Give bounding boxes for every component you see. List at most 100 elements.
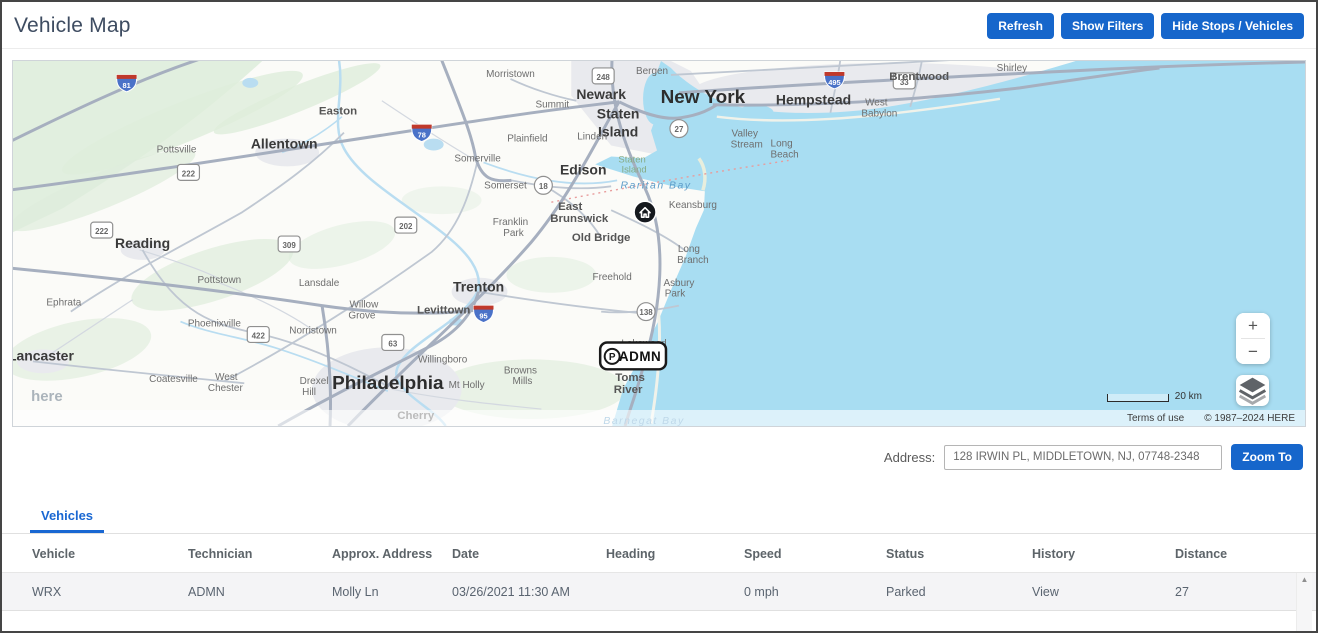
show-filters-button[interactable]: Show Filters: [1061, 13, 1154, 39]
header-actions: Refresh Show Filters Hide Stops / Vehicl…: [987, 13, 1304, 39]
hide-stops-vehicles-button[interactable]: Hide Stops / Vehicles: [1161, 13, 1304, 39]
svg-text:81: 81: [122, 81, 130, 90]
svg-text:222: 222: [182, 169, 196, 178]
home-marker[interactable]: [634, 201, 656, 223]
map-label-pottstown: Pottstown: [198, 275, 242, 286]
map-svg: 81789549524833222222202309422631827138 P…: [13, 61, 1305, 426]
vehicle-map-window: Vehicle Map Refresh Show Filters Hide St…: [0, 0, 1318, 633]
map-label-park: Park: [503, 228, 523, 239]
map-label-shirley: Shirley: [997, 63, 1027, 74]
map-label-babylon: Babylon: [861, 109, 897, 120]
vehicle-marker-admn[interactable]: PADMN: [600, 342, 666, 369]
map-label-edison: Edison: [560, 161, 607, 177]
route-shield-222: 222: [91, 222, 113, 238]
address-row: Address: Zoom To: [2, 444, 1303, 470]
map-label-philadelphia: Philadelphia: [332, 373, 444, 394]
map-label-browns: Browns: [504, 365, 537, 376]
svg-text:422: 422: [252, 331, 266, 340]
map-label-linden: Linden: [577, 132, 607, 143]
map-label-morristown: Morristown: [486, 69, 535, 80]
map-label-east: East: [558, 201, 582, 213]
svg-text:18: 18: [539, 182, 548, 191]
svg-text:78: 78: [418, 131, 426, 140]
cell-approx-address: Molly Ln: [332, 585, 452, 599]
map-label-pottsville: Pottsville: [157, 145, 197, 156]
map-label-brentwood: Brentwood: [889, 71, 949, 83]
scroll-up-icon[interactable]: ▲: [1301, 576, 1309, 633]
map-label-west: West: [215, 372, 238, 383]
col-status: Status: [886, 547, 1032, 561]
col-distance: Distance: [1175, 547, 1316, 561]
map-label-grove: Grove: [348, 311, 376, 322]
svg-text:222: 222: [95, 227, 109, 236]
map-label-freehold: Freehold: [593, 272, 632, 283]
svg-text:95: 95: [479, 312, 487, 321]
map-label-park: Park: [665, 289, 685, 300]
refresh-button[interactable]: Refresh: [987, 13, 1054, 39]
map-label-lansdale: Lansdale: [299, 278, 340, 289]
table-row[interactable]: WRX ADMN Molly Ln 03/26/2021 11:30 AM 0 …: [2, 573, 1316, 611]
route-shield-27: 27: [670, 120, 688, 138]
map-label-norristown: Norristown: [289, 326, 337, 337]
map-label-easton: Easton: [319, 106, 357, 118]
map-label-brunswick: Brunswick: [550, 213, 609, 225]
svg-text:27: 27: [675, 125, 684, 134]
map-label-mt-holly: Mt Holly: [449, 380, 485, 391]
svg-text:495: 495: [828, 78, 840, 87]
table-header: Vehicle Technician Approx. Address Date …: [2, 534, 1316, 572]
map-label-stream: Stream: [731, 140, 763, 151]
table-scrollbar[interactable]: ▲: [1296, 573, 1312, 633]
map-canvas[interactable]: 81789549524833222222202309422631827138 P…: [12, 60, 1306, 427]
cell-speed: 0 mph: [744, 585, 886, 599]
zoom-out-button[interactable]: −: [1236, 339, 1270, 364]
map-label-chester: Chester: [208, 383, 244, 394]
col-speed: Speed: [744, 547, 886, 561]
route-shield-248: 248: [592, 68, 614, 84]
address-input[interactable]: [944, 445, 1222, 470]
map-label-raritan-bay: Raritan Bay: [620, 180, 691, 191]
map-label-trenton: Trenton: [453, 279, 504, 295]
scale-label: 20 km: [1175, 392, 1202, 402]
map-label-ephrata: Ephrata: [46, 298, 81, 309]
terms-of-use-link[interactable]: Terms of use: [1127, 413, 1184, 424]
layers-button[interactable]: [1236, 375, 1269, 406]
map-label-willow: Willow: [350, 300, 380, 311]
zoom-to-button[interactable]: Zoom To: [1231, 444, 1303, 470]
map-label-branch: Branch: [677, 255, 709, 266]
cell-vehicle: WRX: [32, 585, 188, 599]
col-vehicle: Vehicle: [32, 547, 188, 561]
cell-status: Parked: [886, 585, 1032, 599]
map-label-here: here: [31, 388, 63, 405]
address-label: Address:: [884, 450, 935, 465]
map-label-island: Island: [621, 164, 646, 175]
svg-text:248: 248: [597, 73, 611, 82]
map-label-coatesville: Coatesville: [149, 374, 198, 385]
cell-distance: 27: [1175, 585, 1316, 599]
map-label-river: River: [614, 384, 643, 396]
copyright-text: © 1987–2024 HERE: [1204, 413, 1295, 424]
map-scale: 20 km: [1107, 392, 1202, 402]
col-approx-address: Approx. Address: [332, 547, 452, 561]
history-view-link[interactable]: View: [1032, 585, 1175, 599]
col-heading: Heading: [606, 547, 744, 561]
map-label-bergen: Bergen: [636, 66, 668, 77]
map-label-mills: Mills: [512, 376, 532, 387]
col-date: Date: [452, 547, 606, 561]
map-label-old-bridge: Old Bridge: [572, 232, 631, 244]
map-label-long: Long: [771, 139, 793, 150]
map-label-west: West: [865, 98, 888, 109]
map-label-keansburg: Keansburg: [669, 200, 717, 211]
map-label-newark: Newark: [576, 86, 626, 102]
zoom-in-button[interactable]: +: [1236, 313, 1270, 338]
map-label-somerville: Somerville: [454, 153, 501, 164]
cell-date: 03/26/2021 11:30 AM: [452, 585, 606, 599]
map-label-somerset: Somerset: [484, 180, 527, 191]
map-label-staten: Staten: [597, 106, 640, 122]
tab-vehicles[interactable]: Vehicles: [30, 500, 104, 533]
map-zoom-control: + −: [1236, 313, 1270, 364]
map-label-drexel: Drexel: [300, 376, 329, 387]
map-label-willingboro: Willingboro: [418, 354, 468, 365]
map-label-reading: Reading: [115, 235, 170, 251]
svg-text:202: 202: [399, 222, 413, 231]
col-technician: Technician: [188, 547, 332, 561]
